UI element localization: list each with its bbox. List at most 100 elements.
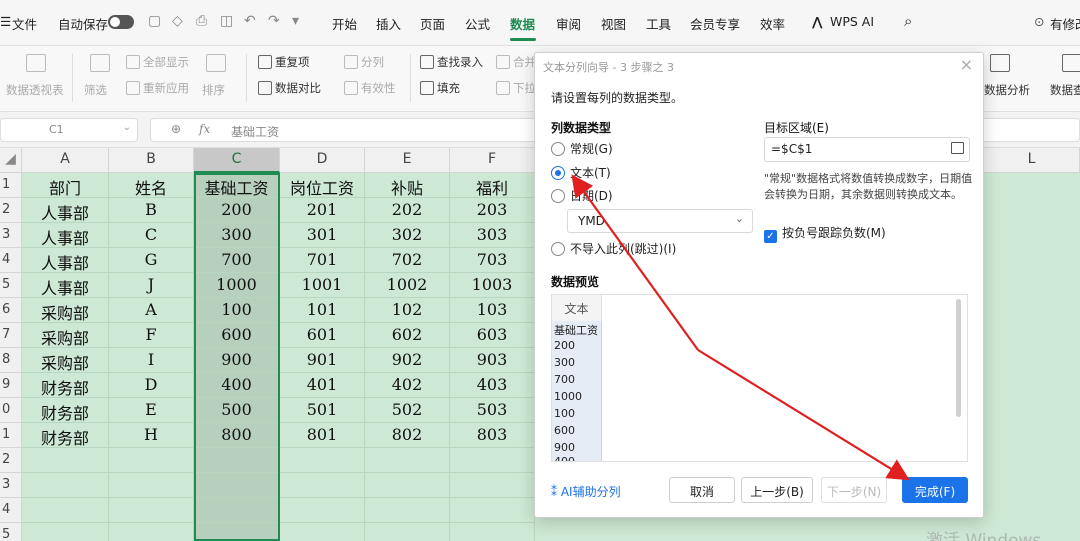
table-cell[interactable]: 102 xyxy=(365,298,450,323)
row-header[interactable]: 1 xyxy=(0,423,22,448)
dropdown-list-button[interactable]: 下拉 xyxy=(496,80,536,96)
table-cell[interactable]: 702 xyxy=(365,248,450,273)
tab-insert[interactable]: 插入 xyxy=(376,14,401,33)
row-header[interactable]: 7 xyxy=(0,323,22,348)
empty-cell[interactable] xyxy=(450,448,535,473)
corner-cell[interactable]: ◢ xyxy=(0,148,22,173)
table-cell[interactable]: 803 xyxy=(450,423,535,448)
table-cell[interactable]: 采购部 xyxy=(22,348,109,373)
radio-skip-circle[interactable] xyxy=(551,242,565,256)
table-cell[interactable]: E xyxy=(109,398,194,423)
find-entry-button[interactable]: 查找录入 xyxy=(420,54,483,70)
table-cell[interactable]: 402 xyxy=(365,373,450,398)
tab-view[interactable]: 视图 xyxy=(601,14,626,33)
column-header-f[interactable]: F xyxy=(450,148,535,173)
table-cell[interactable]: D xyxy=(109,373,194,398)
table-cell[interactable]: 602 xyxy=(365,323,450,348)
table-cell[interactable]: 501 xyxy=(280,398,365,423)
table-cell[interactable]: 502 xyxy=(365,398,450,423)
data-preview[interactable]: 文本 基础工资 200 300 700 1000 100 600 900 400 xyxy=(551,294,968,462)
table-cell[interactable]: 采购部 xyxy=(22,323,109,348)
empty-cell[interactable] xyxy=(109,448,194,473)
range-picker-icon[interactable] xyxy=(951,142,964,154)
header-cell[interactable]: 福利 xyxy=(450,173,535,198)
tab-page[interactable]: 页面 xyxy=(420,14,445,33)
table-cell[interactable]: 400 xyxy=(194,373,280,398)
row-header[interactable]: 2 xyxy=(0,448,22,473)
table-cell[interactable]: 401 xyxy=(280,373,365,398)
pivot-table-button[interactable]: 数据透视表 xyxy=(6,82,64,98)
file-menu[interactable]: 文件 xyxy=(12,14,37,33)
header-cell[interactable]: 姓名 xyxy=(109,173,194,198)
table-cell[interactable]: 202 xyxy=(365,198,450,223)
radio-general-circle[interactable] xyxy=(551,142,565,156)
data-query-icon[interactable] xyxy=(1062,54,1080,72)
filter-icon[interactable] xyxy=(90,54,110,72)
table-cell[interactable]: 财务部 xyxy=(22,373,109,398)
merge-button[interactable]: 合并 xyxy=(496,54,536,70)
preview-scrollbar[interactable] xyxy=(956,299,961,417)
column-header-e[interactable]: E xyxy=(365,148,450,173)
table-cell[interactable]: 303 xyxy=(450,223,535,248)
table-cell[interactable]: 人事部 xyxy=(22,273,109,298)
column-header-a[interactable]: A xyxy=(22,148,109,173)
table-cell[interactable]: 1001 xyxy=(280,273,365,298)
data-analysis-button[interactable]: 数据分析 xyxy=(984,82,1030,98)
empty-cell[interactable] xyxy=(22,448,109,473)
empty-cell[interactable] xyxy=(22,523,109,541)
table-cell[interactable]: 200 xyxy=(194,198,280,223)
radio-skip[interactable]: 不导入此列(跳过)(I) xyxy=(551,240,676,257)
header-cell[interactable]: 补贴 xyxy=(365,173,450,198)
tab-data[interactable]: 数据 xyxy=(510,14,535,33)
table-cell[interactable]: 财务部 xyxy=(22,423,109,448)
table-cell[interactable]: G xyxy=(109,248,194,273)
name-box[interactable]: C1 ⌄ xyxy=(0,118,138,142)
table-cell[interactable]: 701 xyxy=(280,248,365,273)
zoom-icon[interactable]: ⊕ xyxy=(171,122,181,136)
target-area-input[interactable]: =$C$1 xyxy=(764,137,970,162)
table-cell[interactable]: 203 xyxy=(450,198,535,223)
column-header-l[interactable]: L xyxy=(984,148,1080,173)
table-cell[interactable]: H xyxy=(109,423,194,448)
table-cell[interactable]: B xyxy=(109,198,194,223)
back-button[interactable]: 上一步(B) xyxy=(741,477,813,503)
modify-status-icon[interactable]: ⊙ xyxy=(1034,14,1044,29)
table-cell[interactable]: 901 xyxy=(280,348,365,373)
header-cell[interactable]: 基础工资 xyxy=(194,173,280,198)
table-cell[interactable]: 100 xyxy=(194,298,280,323)
empty-cell[interactable] xyxy=(109,473,194,498)
preview-icon[interactable]: ◫ xyxy=(220,13,233,29)
table-cell[interactable]: J xyxy=(109,273,194,298)
compare-button[interactable]: 数据对比 xyxy=(258,80,321,96)
table-cell[interactable]: C xyxy=(109,223,194,248)
close-icon[interactable]: × xyxy=(960,55,973,74)
table-cell[interactable]: A xyxy=(109,298,194,323)
table-cell[interactable]: 302 xyxy=(365,223,450,248)
tab-review[interactable]: 审阅 xyxy=(556,14,581,33)
data-analysis-icon[interactable] xyxy=(990,54,1010,72)
modify-status[interactable]: 有修改 xyxy=(1050,14,1080,33)
date-format-select[interactable]: YMD ⌄ xyxy=(567,209,753,233)
undo-icon[interactable]: ↶ xyxy=(244,13,256,29)
duplicates-button[interactable]: 重复项 xyxy=(258,54,310,70)
row-header[interactable]: 3 xyxy=(0,223,22,248)
split-column-button[interactable]: 分列 xyxy=(344,54,384,70)
filter-button[interactable]: 筛选 xyxy=(84,82,107,98)
fill-button[interactable]: 填充 xyxy=(420,80,460,96)
header-cell[interactable]: 岗位工资 xyxy=(280,173,365,198)
table-cell[interactable]: 300 xyxy=(194,223,280,248)
empty-cell[interactable] xyxy=(194,523,280,541)
pivot-table-icon[interactable] xyxy=(26,54,46,72)
empty-cell[interactable] xyxy=(280,498,365,523)
tab-member[interactable]: 会员专享 xyxy=(690,14,740,33)
empty-cell[interactable] xyxy=(450,498,535,523)
row-header[interactable]: 4 xyxy=(0,248,22,273)
sort-icon[interactable] xyxy=(206,54,226,72)
fx-icon[interactable]: fx xyxy=(199,122,210,136)
show-all-button[interactable]: 全部显示 xyxy=(126,54,189,70)
table-cell[interactable]: 人事部 xyxy=(22,198,109,223)
ai-split-button[interactable]: ⁑ AI辅助分列 xyxy=(551,483,621,500)
table-cell[interactable]: F xyxy=(109,323,194,348)
row-header[interactable]: 6 xyxy=(0,298,22,323)
checkmark-icon[interactable]: ✓ xyxy=(764,230,777,243)
